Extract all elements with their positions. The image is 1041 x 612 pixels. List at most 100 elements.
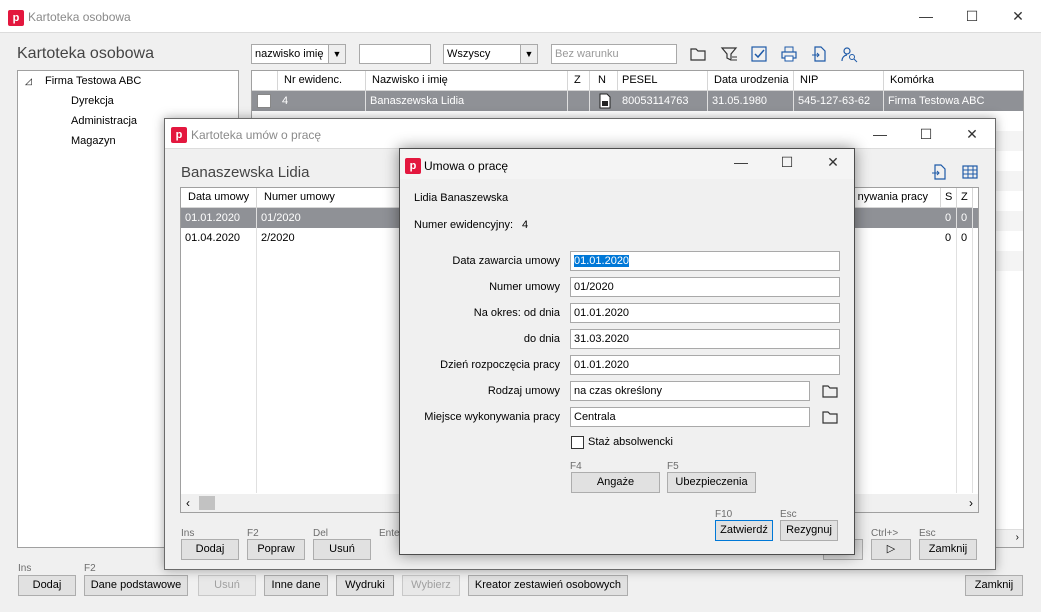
start-date-field[interactable]: 01.01.2020 (570, 355, 840, 375)
cell-nip: 545-127-63-62 (794, 91, 884, 111)
scope-value: Wszyscy (447, 48, 491, 60)
scroll-right-icon[interactable]: › (969, 496, 973, 510)
chevron-down-icon: ▼ (520, 45, 537, 63)
hint-f10: F10 (715, 509, 733, 520)
work-place-label: Miejsce wykonywania pracy (424, 411, 560, 423)
column-header-nr[interactable]: Nr ewidenc. (278, 71, 366, 91)
cancel-button[interactable]: Rezygnuj (780, 520, 838, 541)
tree-item-administracja[interactable]: Administracja (71, 115, 137, 127)
column-header-check (252, 71, 278, 91)
add-contract-button[interactable]: Dodaj (181, 539, 239, 560)
main-titlebar: p Kartoteka osobowa — ☐ ✕ (0, 0, 1041, 33)
check-icon[interactable] (750, 45, 768, 63)
export-icon[interactable] (810, 45, 828, 63)
table-icon[interactable] (961, 163, 979, 181)
person-heading: Banaszewska Lidia (181, 164, 310, 181)
main-close-button[interactable]: Zamknij (965, 575, 1023, 596)
tree-collapse-icon[interactable]: ◿ (25, 76, 32, 86)
delete-button[interactable]: Usuń (198, 575, 256, 596)
hint-del: Del (313, 528, 329, 539)
work-place-field[interactable]: Centrala (570, 407, 810, 427)
column-divider (256, 248, 257, 493)
hint-esc: Esc (780, 509, 797, 520)
filter-icon[interactable] (720, 45, 738, 63)
contract-date-value: 01.01.2020 (574, 255, 630, 267)
hint-f5: F5 (667, 461, 679, 472)
table-row[interactable]: 4 Banaszewska Lidia 80053114763 31.05.19… (252, 91, 1023, 111)
filter-field-select[interactable]: nazwisko imię ▼ (251, 44, 346, 64)
maximize-button[interactable]: ☐ (764, 149, 810, 179)
tree-item-root[interactable]: ◿ Firma Testowa ABC (25, 75, 141, 87)
contract-number-field[interactable]: 01/2020 (570, 277, 840, 297)
engagements-button[interactable]: Angaże (571, 472, 660, 493)
minimize-button[interactable]: — (903, 0, 949, 33)
tree-item-dyrekcja[interactable]: Dyrekcja (71, 95, 114, 107)
folder-icon[interactable] (821, 382, 839, 400)
cell-name: Banaszewska Lidia (366, 91, 568, 111)
column-header-z[interactable]: Z (957, 188, 973, 208)
column-header-nip[interactable]: NIP (794, 71, 884, 91)
delete-contract-button[interactable]: Usuń (313, 539, 371, 560)
scope-select[interactable]: Wszyscy ▼ (443, 44, 538, 64)
scroll-left-icon[interactable]: ‹ (186, 496, 190, 510)
contract-date-label: Data zawarcia umowy (452, 255, 560, 267)
user-search-icon[interactable] (840, 45, 858, 63)
choose-button[interactable]: Wybierz (402, 575, 460, 596)
column-header-n[interactable]: N (590, 71, 618, 91)
contracts-close-button[interactable]: Zamknij (919, 539, 977, 560)
period-to-field[interactable]: 31.03.2020 (570, 329, 840, 349)
minimize-button[interactable]: — (857, 119, 903, 149)
hint-esc: Esc (919, 528, 936, 539)
row-checkbox[interactable] (257, 94, 271, 108)
hint-f2: F2 (84, 563, 96, 574)
hint-f4: F4 (570, 461, 582, 472)
close-button[interactable]: ✕ (995, 0, 1041, 33)
column-header-pesel[interactable]: PESEL (618, 71, 708, 91)
edit-contract-button[interactable]: Popraw (247, 539, 305, 560)
cell-dob: 31.05.1980 (708, 91, 794, 111)
graduate-checkbox[interactable] (571, 436, 584, 449)
folder-icon[interactable] (689, 45, 707, 63)
add-button[interactable]: Dodaj (18, 575, 76, 596)
prints-button[interactable]: Wydruki (336, 575, 394, 596)
hint-enter: Ente (379, 528, 400, 539)
column-header-date[interactable]: Data umowy (181, 188, 257, 208)
column-header-place[interactable]: nywania pracy (855, 188, 941, 208)
contract-type-field[interactable]: na czas określony (570, 381, 810, 401)
maximize-button[interactable]: ☐ (949, 0, 995, 33)
cell-date: 01.01.2020 (181, 208, 257, 228)
maximize-button[interactable]: ☐ (903, 119, 949, 149)
folder-icon[interactable] (821, 408, 839, 426)
next-button[interactable]: ▷ (871, 539, 911, 560)
period-from-field[interactable]: 01.01.2020 (570, 303, 840, 323)
contract-number-label: Numer umowy (489, 281, 560, 293)
column-header-name[interactable]: Nazwisko i imię (366, 71, 568, 91)
column-header-s[interactable]: S (941, 188, 957, 208)
export-icon[interactable] (930, 163, 948, 181)
confirm-button[interactable]: Zatwierdź (715, 520, 773, 541)
column-header-z[interactable]: Z (568, 71, 590, 91)
printer-icon[interactable] (780, 45, 798, 63)
hint-f2: F2 (247, 528, 259, 539)
other-data-button[interactable]: Inne dane (264, 575, 328, 596)
column-header-dob[interactable]: Data urodzenia (708, 71, 794, 91)
close-button[interactable]: ✕ (810, 149, 856, 179)
contract-date-field[interactable]: 01.01.2020 (570, 251, 840, 271)
scrollbar-thumb[interactable] (199, 496, 215, 510)
cell-z: 0 (957, 208, 973, 228)
insurance-button[interactable]: Ubezpieczenia (667, 472, 756, 493)
condition-input[interactable]: Bez warunku (551, 44, 677, 64)
cell-date: 01.04.2020 (181, 228, 257, 248)
column-header-unit[interactable]: Komórka (884, 71, 1023, 91)
basic-data-button[interactable]: Dane podstawowe (84, 575, 188, 596)
tree-item-magazyn[interactable]: Magazyn (71, 135, 116, 147)
report-creator-button[interactable]: Kreator zestawień osobowych (468, 575, 628, 596)
filter-text-input[interactable] (359, 44, 431, 64)
scroll-right-icon[interactable]: › (1016, 532, 1019, 543)
cell-z: 0 (957, 228, 973, 248)
dialog-titlebar: p Umowa o pracę — ☐ ✕ (400, 149, 854, 179)
column-divider (972, 248, 973, 493)
employee-name: Lidia Banaszewska (414, 192, 509, 204)
minimize-button[interactable]: — (718, 149, 764, 179)
close-button[interactable]: ✕ (949, 119, 995, 149)
